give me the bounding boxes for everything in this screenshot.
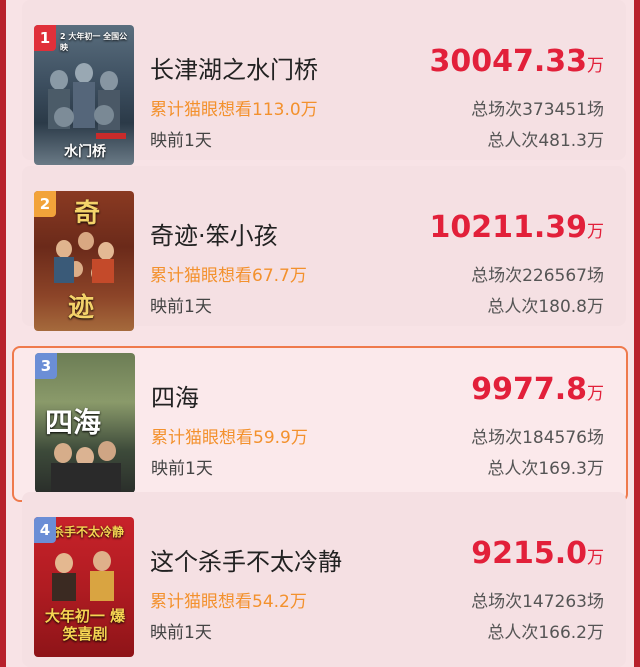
movie-card-4[interactable]: 4 杀手不太冷静 大年初一 爆笑喜剧 这个杀手不太冷静 累计猫眼想看54.2万 … <box>22 492 626 667</box>
movie-card-1[interactable]: 1 2 大年初一 全国公映 水门桥 长津湖之水门桥 累计猫眼想看113.0万 映… <box>22 0 626 165</box>
movie-title-2[interactable]: 奇迹·笨小孩 <box>150 216 278 251</box>
rank-badge-1: 1 <box>34 25 56 51</box>
box-office-unit: 万 <box>587 548 604 568</box>
movie-presale-label-4: 映前1天 <box>150 623 212 643</box>
movie-card-3[interactable]: 3 四海 四海 累计猫眼想看59.9万 映前1天 9977.8万 总场次1845… <box>12 346 628 502</box>
box-office-unit: 万 <box>587 384 604 404</box>
movie-presale-label-2: 映前1天 <box>150 297 212 317</box>
poster-tagline-text: 大年初一 爆笑喜剧 <box>44 607 126 643</box>
box-office-unit: 万 <box>587 222 604 242</box>
box-office-value: 9215.0 <box>471 536 587 571</box>
movie-want-count-2: 累计猫眼想看67.7万 <box>150 266 307 286</box>
box-office-value: 9977.8 <box>471 372 587 407</box>
movie-box-office-2: 10211.39万 <box>429 210 604 245</box>
rank-badge-2: 2 <box>34 191 56 217</box>
movie-poster-4[interactable]: 4 杀手不太冷静 大年初一 爆笑喜剧 <box>34 517 134 657</box>
movie-ranking-list: 1 2 大年初一 全国公映 水门桥 长津湖之水门桥 累计猫眼想看113.0万 映… <box>0 0 640 667</box>
box-office-value: 30047.33 <box>429 44 587 79</box>
movie-want-count-4: 累计猫眼想看54.2万 <box>150 592 307 612</box>
rank-badge-3: 3 <box>35 353 57 379</box>
movie-box-office-4: 9215.0万 <box>471 536 604 571</box>
poster-title-text: 水门桥 <box>64 144 106 160</box>
movie-title-3[interactable]: 四海 <box>151 378 199 413</box>
movie-presale-label-3: 映前1天 <box>151 459 213 479</box>
movie-people-1: 总人次481.3万 <box>487 131 604 151</box>
movie-title-4[interactable]: 这个杀手不太冷静 <box>150 542 342 577</box>
movie-want-count-3: 累计猫眼想看59.9万 <box>151 428 308 448</box>
movie-box-office-3: 9977.8万 <box>471 372 604 407</box>
movie-presale-label-1: 映前1天 <box>150 131 212 151</box>
movie-poster-2[interactable]: 2 奇 迹 <box>34 191 134 331</box>
movie-title-1[interactable]: 长津湖之水门桥 <box>150 50 318 85</box>
movie-shows-1: 总场次373451场 <box>471 100 604 120</box>
movie-box-office-1: 30047.33万 <box>429 44 604 79</box>
movie-card-2[interactable]: 2 奇 迹 奇迹·笨小孩 累计猫眼想看67.7万 映前1天 10211.39万 … <box>22 166 626 331</box>
movie-poster-3[interactable]: 3 四海 <box>35 353 135 493</box>
box-office-unit: 万 <box>587 56 604 76</box>
poster-title-char-bottom: 迹 <box>68 293 95 323</box>
movie-want-count-1: 累计猫眼想看113.0万 <box>150 100 318 120</box>
movie-people-2: 总人次180.8万 <box>487 297 604 317</box>
box-office-value: 10211.39 <box>429 210 587 245</box>
movie-shows-4: 总场次147263场 <box>471 592 604 612</box>
movie-people-3: 总人次169.3万 <box>487 459 604 479</box>
rank-badge-4: 4 <box>34 517 56 543</box>
movie-poster-1[interactable]: 1 2 大年初一 全国公映 水门桥 <box>34 25 134 165</box>
movie-people-4: 总人次166.2万 <box>487 623 604 643</box>
movie-shows-2: 总场次226567场 <box>471 266 604 286</box>
movie-shows-3: 总场次184576场 <box>471 428 604 448</box>
poster-title-text: 四海 <box>45 406 102 439</box>
